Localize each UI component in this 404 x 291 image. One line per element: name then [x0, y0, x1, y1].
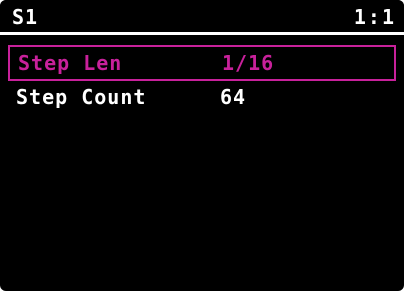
param-row-step-count[interactable]: Step Count 64 — [0, 81, 404, 117]
header-divider — [0, 32, 404, 35]
device-screen: S1 1:1 Step Len 1/16 Step Count 64 — [0, 0, 404, 291]
param-row-step-len[interactable]: Step Len 1/16 — [8, 45, 396, 81]
page-title: S1 — [12, 5, 39, 29]
position-indicator: 1:1 — [353, 5, 396, 29]
param-label: Step Count — [16, 85, 147, 109]
parameter-list: Step Len 1/16 Step Count 64 — [0, 45, 404, 117]
param-label: Step Len — [18, 51, 123, 75]
param-value: 1/16 — [222, 51, 275, 75]
param-value: 64 — [220, 85, 247, 109]
title-bar: S1 1:1 — [0, 0, 404, 32]
